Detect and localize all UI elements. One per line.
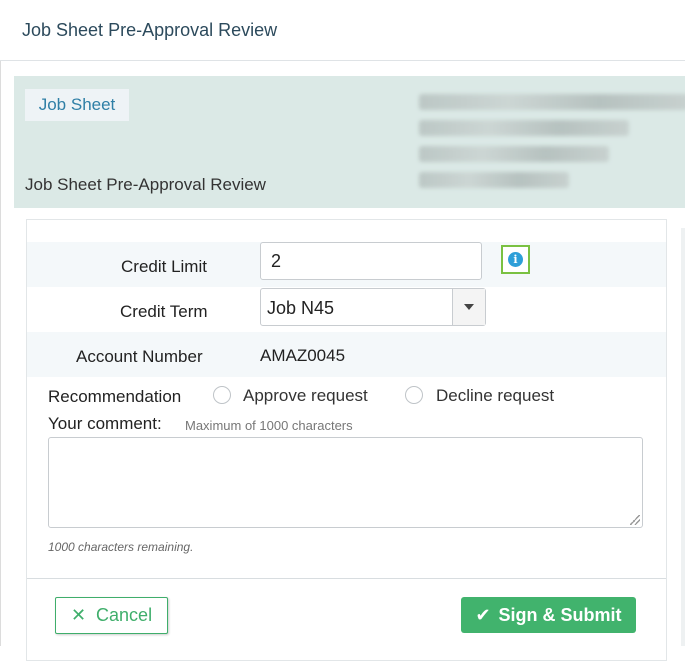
credit-limit-info-button[interactable]: i [501,245,530,274]
info-icon: i [508,252,523,267]
comment-label: Your comment: [48,414,162,433]
credit-limit-input[interactable] [260,242,482,280]
characters-remaining: 1000 characters remaining. [48,540,194,554]
redacted-line [419,120,629,136]
decline-request-radio[interactable] [405,386,423,404]
credit-term-select[interactable]: Job N45 [260,288,486,326]
approve-request-label[interactable]: Approve request [243,386,368,406]
redacted-address-block [419,94,685,198]
cancel-button[interactable]: ✕ Cancel [55,597,168,634]
recommendation-label: Recommendation [48,387,182,406]
modal-header: Job Sheet Pre-Approval Review [0,0,685,61]
check-icon: ✔ [475,604,491,625]
decline-request-label[interactable]: Decline request [436,386,554,406]
redacted-line [419,172,569,188]
modal-title: Job Sheet Pre-Approval Review [22,20,278,40]
credit-term-dropdown-toggle[interactable] [452,289,485,325]
cancel-button-label: Cancel [96,605,153,625]
account-number-value: AMAZ0045 [260,346,346,365]
panel-subtitle: Job Sheet Pre-Approval Review [25,175,266,194]
comment-textarea[interactable] [48,437,643,528]
credit-term-label: Credit Term [120,302,208,321]
resize-grip-icon[interactable] [630,515,640,525]
footer-divider [27,578,666,579]
review-form-card: Credit Limit i Credit Term Job N45 Accou… [26,219,667,661]
sign-submit-label: Sign & Submit [498,604,622,625]
comment-hint: Maximum of 1000 characters [185,418,353,433]
account-number-label: Account Number [76,347,203,366]
side-panel-edge [681,228,685,646]
redacted-line [419,146,609,162]
credit-term-selected-value: Job N45 [267,298,335,318]
caret-down-icon [464,304,474,310]
job-sheet-chip: Job Sheet [25,89,129,121]
job-sheet-summary-panel: Job Sheet Job Sheet Pre-Approval Review [14,76,685,208]
window-edge [0,0,1,646]
credit-limit-label: Credit Limit [121,257,207,276]
close-icon: ✕ [70,605,87,625]
approve-request-radio[interactable] [213,386,231,404]
sign-submit-button[interactable]: ✔ Sign & Submit [461,597,636,633]
redacted-line [419,94,685,110]
